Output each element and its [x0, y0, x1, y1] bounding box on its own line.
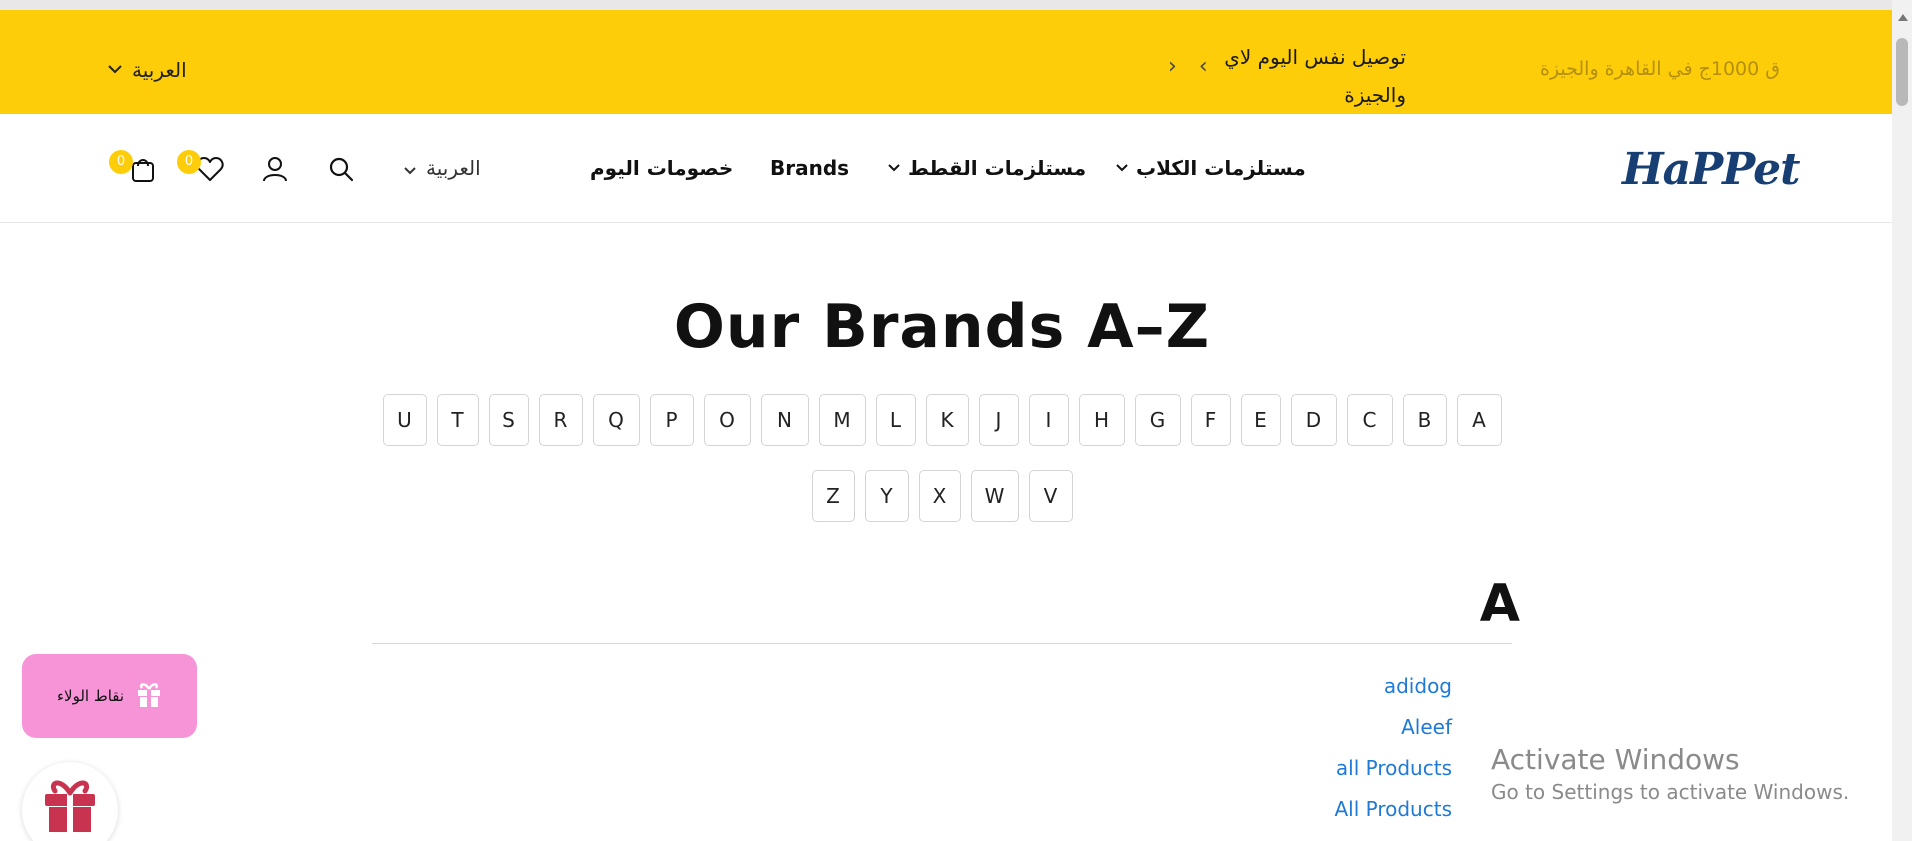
search-icon	[329, 157, 354, 182]
letter-button[interactable]: C	[1346, 394, 1393, 446]
chevron-down-icon	[1116, 161, 1128, 176]
letter-button[interactable]: J	[978, 394, 1019, 446]
site-logo[interactable]: HaPPet	[1622, 144, 1800, 195]
loyalty-points-button[interactable]: نقاط الولاء	[22, 654, 197, 738]
nav-deals-label: خصومات اليوم	[590, 156, 734, 180]
brand-link[interactable]: adidog	[1384, 674, 1452, 699]
nav-brands-label: Brands	[770, 156, 850, 180]
section-divider	[372, 643, 1512, 644]
letter-button[interactable]: R	[538, 394, 583, 446]
letter-button[interactable]: K	[925, 394, 969, 446]
site-header: HaPPet مستلزمات الكلاب مستلزمات القطط Br…	[0, 114, 1892, 223]
letter-button[interactable]: X	[918, 470, 961, 522]
letter-button[interactable]: Q	[592, 394, 640, 446]
letter-button[interactable]: I	[1028, 394, 1069, 446]
nav-cats-label: مستلزمات القطط	[908, 156, 1087, 180]
letter-button[interactable]: U	[382, 394, 427, 446]
announcement-prev-arrow[interactable]: ›	[1168, 54, 1177, 79]
account-button[interactable]	[260, 154, 290, 184]
scroll-up-arrow-icon[interactable]	[1898, 14, 1908, 21]
letter-button[interactable]: N	[760, 394, 809, 446]
letter-button[interactable]: O	[703, 394, 751, 446]
brand-link[interactable]: Aleef	[1401, 715, 1452, 740]
letter-button[interactable]: F	[1190, 394, 1231, 446]
watermark-subtitle: Go to Settings to activate Windows.	[1491, 780, 1850, 804]
header-language-selector[interactable]: العربية	[404, 156, 481, 180]
scrollbar-thumb[interactable]	[1896, 38, 1908, 106]
letter-button[interactable]: V	[1028, 470, 1073, 522]
nav-dogs-label: مستلزمات الكلاب	[1136, 156, 1306, 180]
search-button[interactable]	[326, 154, 356, 184]
letter-button[interactable]: S	[488, 394, 529, 446]
loyalty-label: نقاط الولاء	[56, 687, 125, 705]
brand-link[interactable]: all Products	[1336, 756, 1452, 781]
announcement-message-faded: ق 1000ج في القاهرة والجيزة	[1539, 58, 1780, 80]
nav-brands[interactable]: Brands	[770, 156, 849, 180]
letter-button[interactable]: P	[649, 394, 694, 446]
letter-button[interactable]: Z	[811, 470, 855, 522]
announcement-bar: العربية › ‹ توصيل نفس اليوم لاي والجيزة …	[0, 10, 1892, 114]
letter-button[interactable]: G	[1134, 394, 1181, 446]
windows-activation-watermark: Activate Windows Go to Settings to activ…	[1491, 742, 1849, 806]
browser-top-edge	[0, 0, 1892, 10]
user-icon	[263, 157, 287, 182]
announcement-language-label: العربية	[132, 58, 187, 82]
chevron-down-icon	[888, 161, 900, 176]
chevron-down-icon	[404, 156, 416, 180]
letter-button[interactable]: T	[436, 394, 479, 446]
letter-button[interactable]: A	[1456, 394, 1502, 446]
nav-deals[interactable]: خصومات اليوم	[590, 156, 733, 180]
brand-list: adidog Aleef all Products All Products	[1200, 674, 1452, 822]
shopping-bag-icon	[132, 159, 154, 182]
cart-count-badge: 0	[109, 150, 133, 174]
announcement-message: توصيل نفس اليوم لاي والجيزة	[1224, 45, 1406, 107]
nav-cats[interactable]: مستلزمات القطط	[888, 156, 1086, 180]
wishlist-count-badge: 0	[177, 150, 201, 174]
gift-icon	[136, 680, 162, 712]
watermark-title: Activate Windows	[1491, 743, 1740, 776]
letter-button[interactable]: B	[1402, 394, 1447, 446]
brand-link[interactable]: All Products	[1334, 797, 1452, 822]
announcement-language-selector[interactable]: العربية	[108, 58, 187, 82]
letter-button[interactable]: M	[818, 394, 866, 446]
section-heading-letter: A	[1479, 574, 1520, 634]
letter-button[interactable]: H	[1078, 394, 1125, 446]
letter-button[interactable]: Y	[864, 470, 909, 522]
chevron-down-icon	[108, 62, 122, 78]
header-language-label: العربية	[426, 156, 481, 180]
letter-button[interactable]: E	[1240, 394, 1281, 446]
page-title: Our Brands A–Z	[673, 292, 1211, 362]
page-scrollbar[interactable]	[1892, 0, 1912, 841]
letter-button[interactable]: D	[1290, 394, 1337, 446]
letter-button[interactable]: W	[970, 470, 1019, 522]
rewards-launcher[interactable]	[22, 762, 118, 841]
gift-icon	[45, 780, 95, 832]
letter-button[interactable]: L	[875, 394, 916, 446]
alphabet-filter: A B C D E F G H I J K L M N O P Q R S T …	[380, 394, 1504, 536]
nav-dogs[interactable]: مستلزمات الكلاب	[1116, 156, 1306, 180]
